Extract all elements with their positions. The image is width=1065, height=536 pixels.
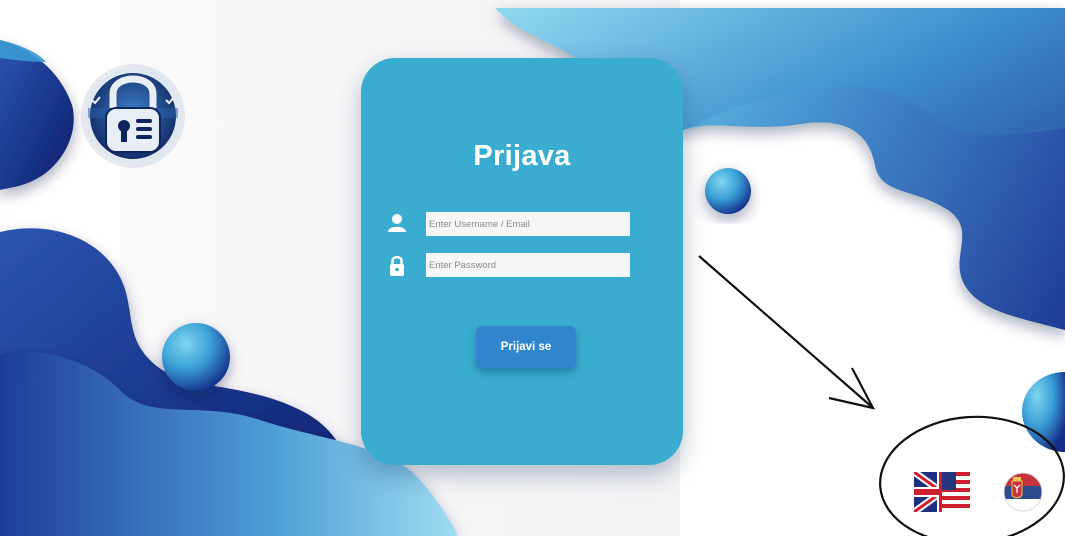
- padlock-shield-logo: [81, 64, 185, 168]
- lock-icon: [390, 255, 404, 276]
- serbia-flag-icon[interactable]: [1003, 472, 1043, 512]
- login-title: Prijava: [473, 140, 571, 172]
- uk-us-flag-icon[interactable]: [914, 472, 970, 512]
- password-row: [386, 253, 656, 279]
- username-input[interactable]: [426, 212, 630, 236]
- login-button[interactable]: Prijavi se: [476, 326, 576, 368]
- password-input[interactable]: [426, 253, 630, 277]
- user-icon: [388, 214, 406, 232]
- login-card: Prijava Prijavi se: [361, 58, 683, 465]
- username-row: [386, 212, 656, 238]
